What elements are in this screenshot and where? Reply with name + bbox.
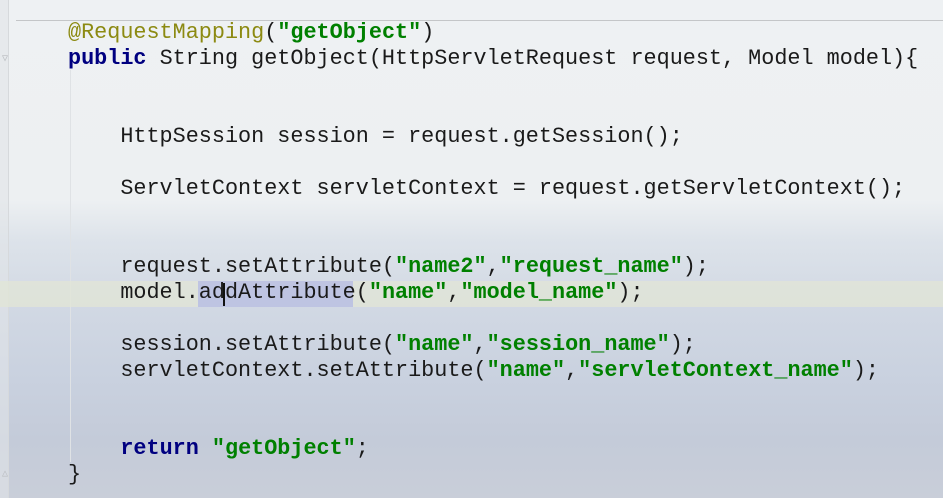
code-line[interactable]: servletContext.setAttribute("name","serv…: [68, 358, 918, 384]
code-line[interactable]: HttpSession session = request.getSession…: [68, 124, 918, 150]
code-line[interactable]: [68, 150, 918, 176]
fold-collapse-icon[interactable]: ▽: [2, 55, 14, 65]
string-token: "name": [395, 332, 474, 357]
text-caret: [223, 283, 225, 306]
code-line[interactable]: ServletContext servletContext = request.…: [68, 176, 918, 202]
code-line[interactable]: [68, 72, 918, 98]
code-line[interactable]: model.addAttribute("name","model_name");: [68, 280, 918, 306]
code-line[interactable]: request.setAttribute("name2","request_na…: [68, 254, 918, 280]
string-token: "name": [486, 358, 566, 383]
code-token: (: [264, 20, 278, 45]
code-line[interactable]: [68, 228, 918, 254]
string-token: "getObject": [277, 20, 422, 45]
string-token: "name2": [395, 254, 487, 279]
code-line[interactable]: @RequestMapping("getObject"): [68, 20, 918, 46]
code-token: ;: [355, 436, 369, 461]
code-token: ): [421, 20, 435, 45]
code-token: ,: [447, 280, 461, 305]
code-token: ,: [473, 332, 487, 357]
string-token: "servletContext_name": [578, 358, 853, 383]
code-token: HttpSession session = request.getSession…: [68, 124, 683, 149]
code-token: model.addAttribute(: [68, 280, 369, 305]
code-line[interactable]: }: [68, 462, 918, 488]
code-line[interactable]: [68, 410, 918, 436]
code-token: String getObject(HttpServletRequest requ…: [146, 46, 919, 71]
string-token: "session_name": [486, 332, 670, 357]
code-token: servletContext.setAttribute(: [68, 358, 487, 383]
code-token: ,: [565, 358, 579, 383]
code-token: ServletContext servletContext = request.…: [68, 176, 906, 201]
fold-end-icon[interactable]: △: [2, 470, 14, 480]
code-token: }: [68, 462, 82, 487]
code-line[interactable]: [68, 306, 918, 332]
code-token: );: [852, 358, 880, 383]
code-token: session.setAttribute(: [68, 332, 396, 357]
string-token: "name": [368, 280, 448, 305]
keyword-token: public: [68, 46, 147, 71]
code-line[interactable]: public String getObject(HttpServletReque…: [68, 46, 918, 72]
code-token: );: [669, 332, 696, 357]
string-token: "request_name": [499, 254, 683, 279]
code-line[interactable]: return "getObject";: [68, 436, 918, 462]
editor-gutter[interactable]: [0, 0, 9, 498]
code-editor[interactable]: @RequestMapping("getObject") public Strin…: [68, 20, 918, 488]
string-token: "getObject": [211, 436, 356, 461]
code-token: );: [682, 254, 709, 279]
annotation-token: @RequestMapping: [68, 20, 265, 45]
code-line[interactable]: [68, 98, 918, 124]
code-line[interactable]: [68, 384, 918, 410]
code-line[interactable]: [68, 202, 918, 228]
code-token: ,: [486, 254, 500, 279]
code-token: request.setAttribute(: [68, 254, 396, 279]
string-token: "model_name": [460, 280, 618, 305]
code-token: );: [617, 280, 644, 305]
code-line[interactable]: session.setAttribute("name","session_nam…: [68, 332, 918, 358]
keyword-token: return: [120, 436, 199, 461]
